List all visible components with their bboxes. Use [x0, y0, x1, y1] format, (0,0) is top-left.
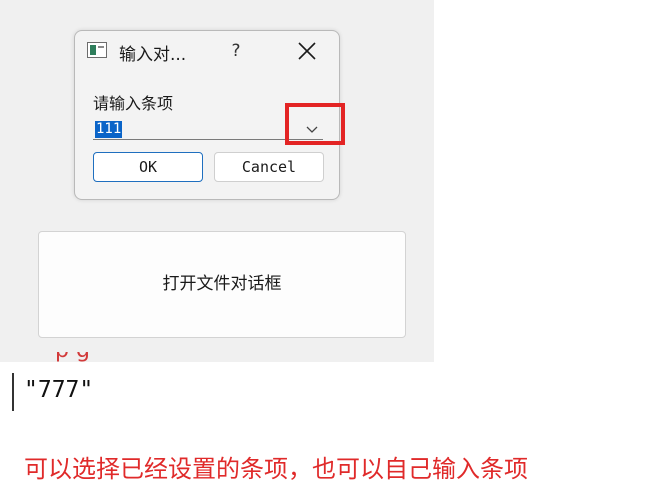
open-file-dialog-button[interactable]: 打开文件对话框	[38, 231, 406, 338]
ok-button[interactable]: OK	[93, 152, 203, 182]
prompt-label: 请输入条项	[93, 94, 174, 113]
app-window-icon	[87, 42, 107, 58]
dialog-title: 输入对...	[119, 45, 187, 65]
text-caret	[12, 373, 14, 411]
debug-output: "777"	[24, 377, 94, 403]
app-icon-line	[98, 46, 104, 48]
app-icon-bar	[90, 45, 96, 55]
clipped-text-fragment: p g	[55, 352, 175, 362]
app-window: 输入对... ? 请输入条项 111 OK Cancel 打开文件对话框	[0, 0, 434, 362]
cancel-button[interactable]: Cancel	[214, 152, 324, 182]
close-button[interactable]	[295, 39, 319, 63]
annotation-text: 可以选择已经设置的条项，也可以自己输入条项	[24, 455, 528, 483]
combo-selected-text[interactable]: 111	[95, 121, 123, 138]
close-icon	[298, 42, 316, 60]
highlight-box	[285, 103, 345, 145]
dialog-titlebar: 输入对... ?	[75, 31, 339, 73]
help-button[interactable]: ?	[225, 39, 247, 63]
